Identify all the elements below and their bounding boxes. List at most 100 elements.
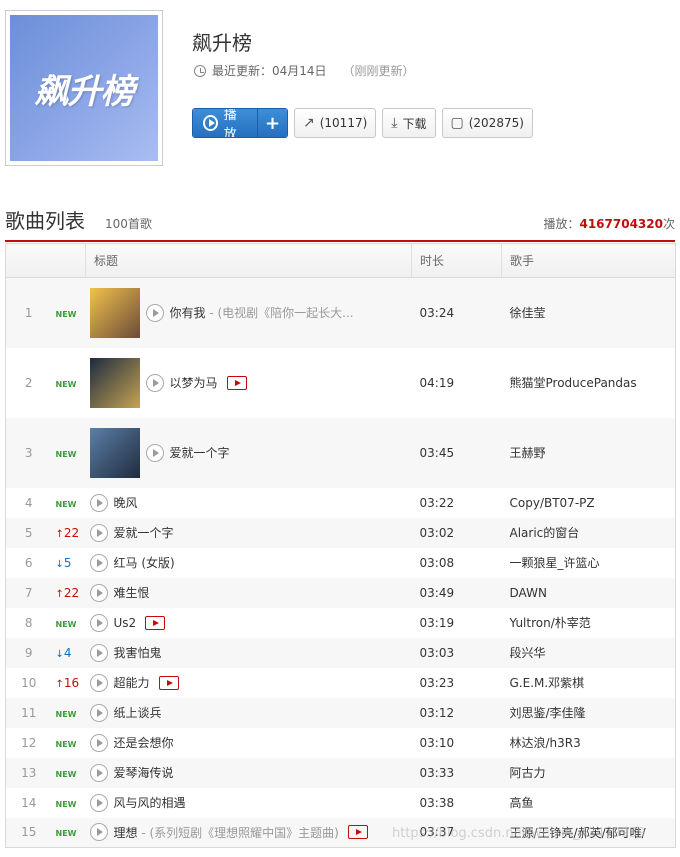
rank-up: ↑22 — [56, 586, 80, 600]
table-row[interactable]: 7 ↑22 难生恨 03:49 DAWN — [5, 577, 676, 608]
mv-icon[interactable] — [226, 375, 247, 390]
new-badge: NEW — [55, 799, 77, 809]
comment-button[interactable]: ▢ (202875) — [441, 108, 533, 138]
song-singer[interactable]: 林达浪/h3R3 — [502, 728, 676, 758]
rank-trend: NEW — [51, 277, 86, 348]
play-song-icon[interactable] — [89, 673, 108, 692]
share-count: (10117) — [319, 116, 368, 130]
song-singer[interactable]: 熊猫堂ProducePandas — [502, 348, 676, 418]
song-singer[interactable]: Yultron/朴宰范 — [502, 608, 676, 638]
new-badge: NEW — [55, 309, 77, 319]
table-row[interactable]: 6 ↓5 红马 (女版) 03:08 一颗狼星_许篮心 — [6, 548, 676, 578]
play-icon — [203, 115, 218, 131]
download-button[interactable]: ⤓ 下载 — [382, 108, 436, 138]
song-name-wrap: 你有我 - (电视剧《陪你一起长大... — [170, 304, 354, 321]
song-title[interactable]: 理想 — [114, 826, 138, 840]
rank-change: 16 — [63, 675, 80, 690]
album-thumbnail[interactable] — [89, 427, 140, 478]
new-badge: NEW — [55, 829, 77, 839]
mv-icon[interactable] — [347, 825, 368, 840]
play-song-icon[interactable] — [145, 443, 164, 462]
table-row[interactable]: 9 ↓4 我害怕鬼 03:03 段兴华 — [5, 637, 676, 668]
song-title[interactable]: 爱就一个字 — [114, 526, 174, 540]
play-song-icon[interactable] — [89, 583, 108, 602]
song-title[interactable]: 我害怕鬼 — [114, 646, 162, 660]
table-row[interactable]: 14 NEW 风与风的相遇 03:38 高鱼 — [6, 788, 676, 818]
song-title[interactable]: 晚风 — [114, 496, 138, 510]
table-row[interactable]: 1 NEW 你有我 - (电视剧《陪你一起长大... 03:24 徐佳莹 — [5, 277, 676, 348]
play-song-icon[interactable] — [89, 823, 108, 842]
song-title[interactable]: 纸上谈兵 — [114, 706, 162, 720]
album-thumbnail[interactable] — [89, 287, 140, 338]
table-row[interactable]: 13 NEW 爱琴海传说 03:33 阿古力 — [5, 757, 676, 788]
action-toolbar: 播放 + ↗ (10117) ⤓ 下载 ▢ (202875) — [192, 108, 533, 138]
play-song-icon[interactable] — [89, 643, 108, 662]
song-list-header: 歌曲列表 100首歌 播放：4167704320次 — [5, 208, 675, 242]
song-name-wrap: 以梦为马 — [170, 374, 218, 391]
song-duration: 03:23 — [419, 675, 455, 690]
song-singer[interactable]: 高鱼 — [502, 788, 676, 818]
table-row[interactable]: 12 NEW 还是会想你 03:10 林达浪/h3R3 — [6, 728, 676, 758]
song-title-cell: Us2 — [86, 613, 412, 632]
song-singer[interactable]: 刘思鉴/李佳隆 — [501, 697, 676, 728]
play-song-icon[interactable] — [89, 733, 108, 752]
add-to-queue-button[interactable]: + — [257, 109, 287, 137]
play-song-icon[interactable] — [89, 793, 108, 812]
song-name-wrap: 爱琴海传说 — [114, 764, 174, 781]
song-title[interactable]: 还是会想你 — [114, 736, 174, 750]
song-title[interactable]: 爱就一个字 — [170, 446, 230, 460]
total-play-count: 播放：4167704320次 — [543, 215, 675, 232]
song-title[interactable]: Us2 — [114, 616, 137, 630]
song-singer[interactable]: 段兴华 — [501, 637, 676, 668]
song-title[interactable]: 你有我 — [170, 306, 206, 320]
rank-trend: ↑22 — [51, 577, 86, 608]
table-row[interactable]: 10 ↑16 超能力 03:23 G.E.M.邓紫棋 — [6, 668, 676, 698]
table-row[interactable]: 8 NEW Us2 03:19 Yultron/朴宰范 — [6, 608, 676, 638]
play-song-icon[interactable] — [89, 703, 108, 722]
song-title[interactable]: 风与风的相遇 — [114, 796, 186, 810]
song-singer[interactable]: DAWN — [501, 577, 676, 608]
rank-number: 3 — [5, 417, 52, 488]
play-song-icon[interactable] — [89, 553, 108, 572]
play-song-icon[interactable] — [145, 373, 164, 392]
song-singer[interactable]: 阿古力 — [501, 757, 676, 788]
mv-icon[interactable] — [145, 615, 166, 630]
table-row[interactable]: 3 NEW 爱就一个字 03:45 王赫野 — [5, 417, 676, 488]
song-duration: 03:49 — [411, 577, 502, 608]
rank-trend: ↑16 — [52, 668, 86, 698]
play-song-icon[interactable] — [145, 303, 164, 322]
song-title[interactable]: 红马 (女版) — [114, 556, 175, 570]
song-singer[interactable]: G.E.M.邓紫棋 — [502, 668, 676, 698]
song-title[interactable]: 以梦为马 — [170, 376, 218, 390]
play-button[interactable]: 播放 — [193, 109, 257, 137]
song-singer[interactable]: Alaric的窗台 — [501, 517, 676, 548]
song-title[interactable]: 超能力 — [114, 676, 150, 690]
play-song-icon[interactable] — [89, 523, 108, 542]
song-singer[interactable]: 徐佳莹 — [501, 277, 676, 348]
album-thumbnail[interactable] — [89, 357, 140, 408]
rank-number: 9 — [5, 637, 52, 668]
song-duration: 03:22 — [419, 495, 455, 510]
table-row[interactable]: 4 NEW 晚风 03:22 Copy/BT07-PZ — [6, 488, 676, 518]
mv-icon[interactable] — [158, 675, 179, 690]
song-title[interactable]: 难生恨 — [114, 586, 150, 600]
rank-trend: NEW — [52, 608, 86, 638]
play-song-icon[interactable] — [89, 613, 108, 632]
share-button[interactable]: ↗ (10117) — [294, 108, 377, 138]
song-singer[interactable]: 王赫野 — [501, 417, 676, 488]
col-duration: 时长 — [411, 243, 502, 278]
col-trend — [51, 243, 86, 278]
table-row[interactable]: 11 NEW 纸上谈兵 03:12 刘思鉴/李佳隆 — [5, 697, 676, 728]
song-name-wrap: 纸上谈兵 — [114, 704, 162, 721]
song-singer[interactable]: Copy/BT07-PZ — [502, 488, 676, 518]
song-name-wrap: 爱就一个字 — [114, 524, 174, 541]
table-row[interactable]: 2 NEW 以梦为马 04:19 熊猫堂ProducePandas — [6, 348, 676, 418]
table-row[interactable]: 5 ↑22 爱就一个字 03:02 Alaric的窗台 — [5, 517, 676, 548]
song-duration: 03:33 — [411, 757, 502, 788]
play-song-icon[interactable] — [89, 763, 108, 782]
rank-number: 7 — [5, 577, 52, 608]
play-song-icon[interactable] — [89, 493, 108, 512]
play-count-suffix: 次 — [662, 217, 675, 231]
song-title[interactable]: 爱琴海传说 — [114, 766, 174, 780]
song-singer[interactable]: 一颗狼星_许篮心 — [502, 548, 676, 578]
